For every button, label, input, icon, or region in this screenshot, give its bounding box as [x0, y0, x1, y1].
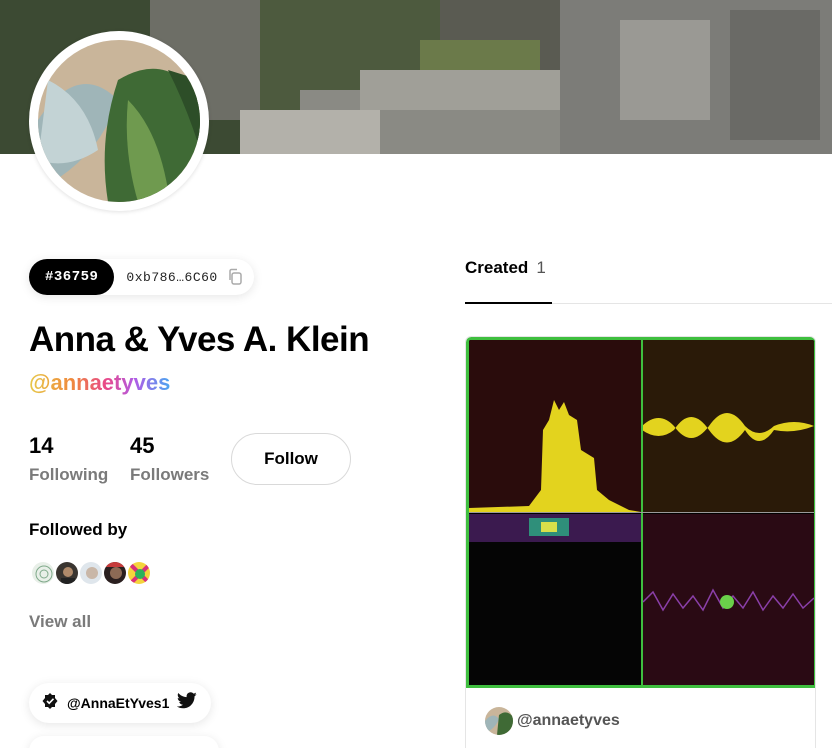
artwork-card[interactable]: @annaetyves	[465, 336, 816, 748]
followers-count: 45	[130, 433, 155, 458]
follow-button[interactable]: Follow	[231, 433, 351, 485]
tab-label: Created	[465, 258, 529, 277]
avatar	[485, 707, 513, 735]
wallet-address: 0xb786…6C60	[126, 269, 218, 285]
following-count: 14	[29, 433, 54, 458]
followers-label: Followers	[130, 465, 210, 484]
card-creator[interactable]: @annaetyves	[485, 707, 620, 735]
verified-badge-icon	[41, 692, 59, 715]
tab-created[interactable]: Created 1	[465, 258, 552, 304]
avatar[interactable]	[78, 560, 104, 586]
followed-by-avatars[interactable]	[30, 560, 152, 588]
profile-name: Anna & Yves A. Klein	[29, 320, 370, 359]
followers-stat[interactable]: 45 Followers	[130, 433, 209, 485]
social-link[interactable]	[29, 736, 219, 748]
avatar[interactable]	[126, 560, 152, 586]
avatar[interactable]	[102, 560, 128, 586]
view-all-link[interactable]: View all	[29, 612, 91, 632]
profile-tabs: Created 1	[465, 258, 832, 304]
following-stat[interactable]: 14 Following	[29, 433, 108, 485]
following-label: Following	[29, 465, 109, 484]
avatar[interactable]	[54, 560, 80, 586]
wallet-pill: #36759 0xb786…6C60	[29, 259, 254, 295]
profile-handle: @annaetyves	[29, 370, 171, 395]
copy-icon[interactable]	[226, 268, 244, 286]
token-id-badge: #36759	[29, 259, 115, 295]
artwork-image[interactable]	[466, 337, 815, 688]
twitter-icon	[177, 692, 198, 714]
tab-count: 1	[536, 258, 546, 277]
twitter-handle: @AnnaEtYves1	[67, 695, 170, 711]
twitter-link[interactable]: @AnnaEtYves1	[29, 683, 212, 723]
profile-avatar	[29, 31, 209, 211]
followed-by-heading: Followed by	[29, 520, 128, 539]
creator-handle: @annaetyves	[517, 712, 620, 729]
avatar[interactable]	[30, 560, 56, 586]
